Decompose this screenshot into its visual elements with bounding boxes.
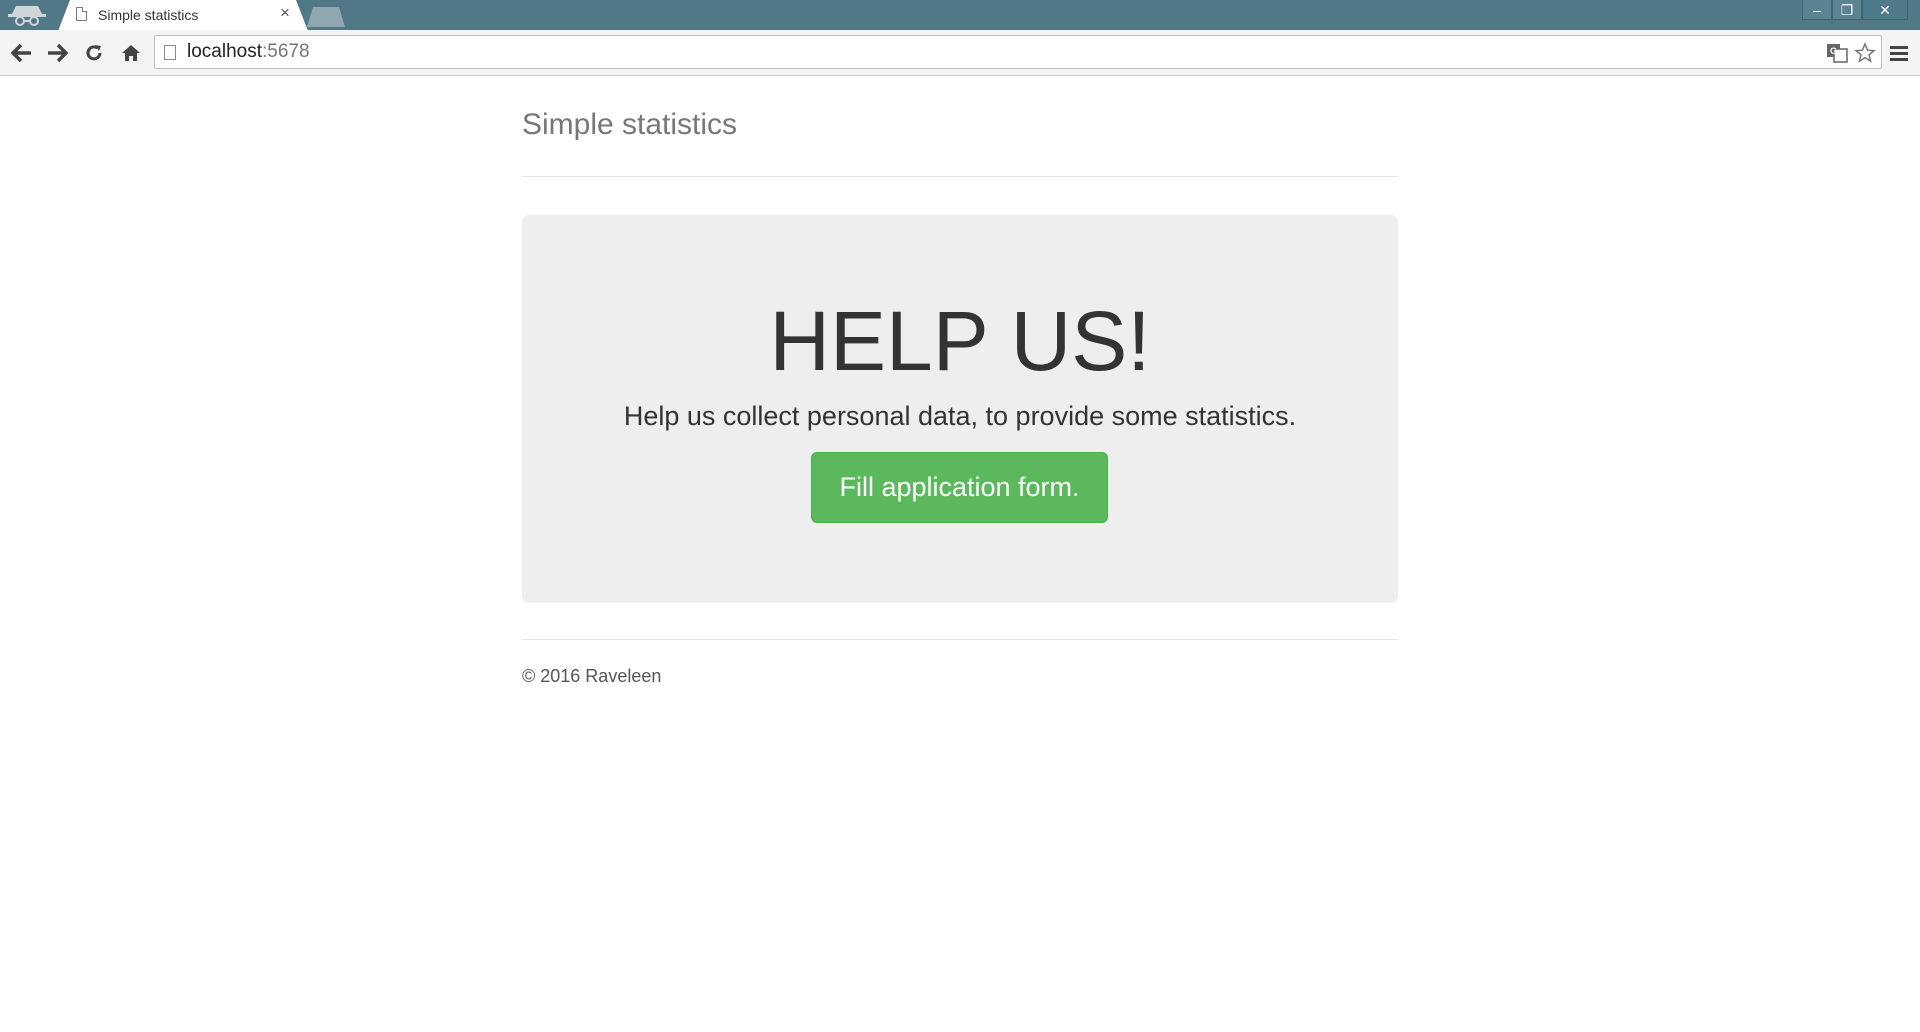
jumbotron: HELP US! Help us collect personal data, … (522, 215, 1398, 603)
site-brand[interactable]: Simple statistics (522, 108, 737, 142)
tab-title: Simple statistics (98, 7, 199, 23)
page-icon (164, 45, 176, 60)
incognito-icon (4, 0, 50, 30)
address-bar[interactable]: localhost:5678 G (154, 35, 1882, 69)
bookmark-star-icon[interactable] (1853, 42, 1877, 64)
footer-copyright: © 2016 Raveleen (522, 666, 662, 686)
minimize-button[interactable]: – (1802, 0, 1832, 20)
window-controls: – ❐ ✕ (1802, 0, 1908, 20)
url-host: localhost (187, 41, 262, 62)
browser-toolbar: localhost:5678 G (0, 30, 1920, 76)
fill-application-form-button[interactable]: Fill application form. (811, 452, 1108, 523)
page-content: Simple statistics HELP US! Help us colle… (0, 76, 1920, 1032)
menu-icon[interactable] (1886, 40, 1912, 66)
url-text[interactable]: localhost:5678 (187, 41, 310, 63)
window-close-button[interactable]: ✕ (1862, 0, 1908, 20)
svg-text:G: G (1830, 46, 1837, 56)
browser-titlebar: Simple statistics × – ❐ ✕ (0, 0, 1920, 31)
footer-divider (522, 639, 1398, 640)
home-icon[interactable] (118, 40, 144, 66)
forward-icon[interactable] (44, 40, 70, 66)
close-tab-icon[interactable]: × (277, 4, 293, 22)
jumbotron-heading: HELP US! (769, 294, 1151, 388)
site-header: Simple statistics (522, 76, 1398, 177)
translate-icon[interactable]: G (1825, 42, 1849, 64)
new-tab-button[interactable] (307, 7, 345, 27)
reload-icon[interactable] (81, 40, 107, 66)
jumbotron-lead: Help us collect personal data, to provid… (623, 401, 1297, 431)
back-icon[interactable] (9, 40, 35, 66)
url-port: :5678 (262, 41, 310, 62)
restore-button[interactable]: ❐ (1832, 0, 1862, 20)
page-icon (76, 7, 87, 21)
browser-tab-active[interactable]: Simple statistics × (58, 0, 308, 31)
